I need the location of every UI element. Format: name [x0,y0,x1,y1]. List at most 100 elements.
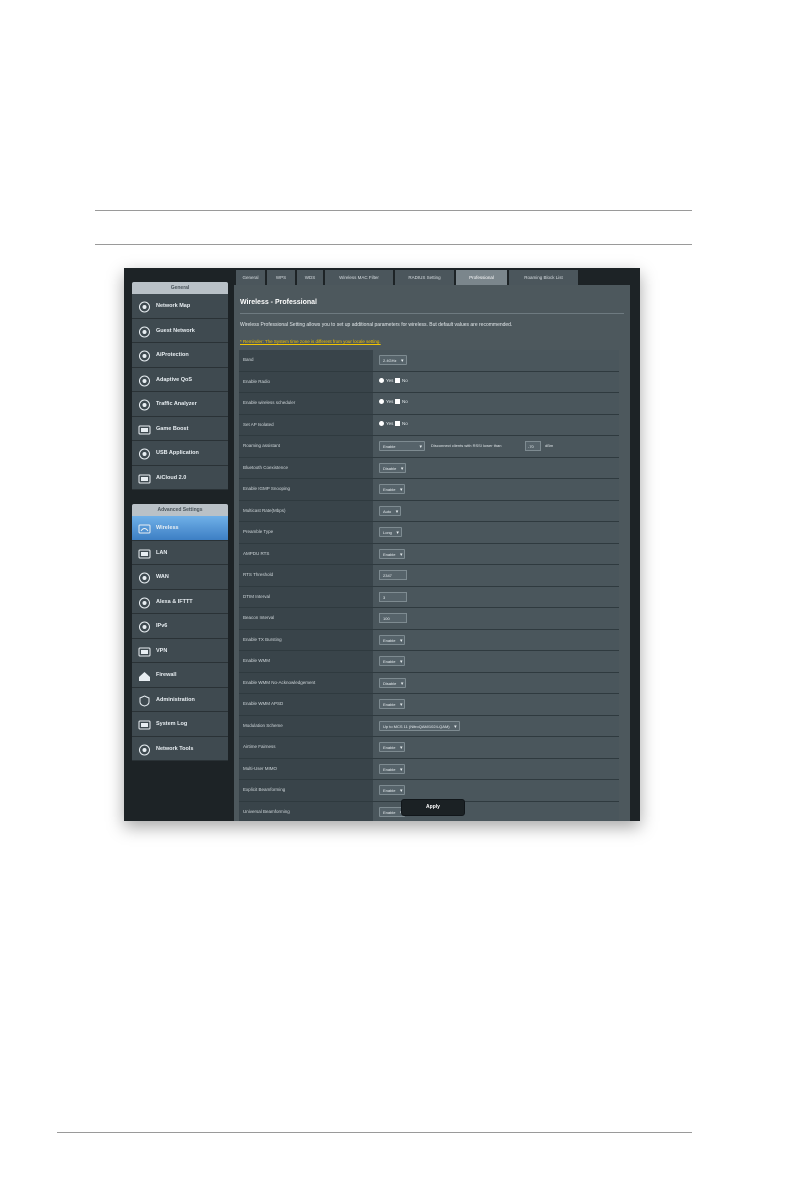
setting-row-enable-radio: Enable Radio Yes No [239,371,619,393]
sidebar-item-label: Traffic Analyzer [156,401,197,407]
setting-control: Yes No [373,414,619,435]
sidebar-item-network-map[interactable]: Network Map [132,294,228,319]
rts-threshold-input[interactable]: 2347 [379,570,407,580]
rssi-threshold-input[interactable]: -70 [525,441,541,451]
sidebar-item-adaptive-qos[interactable]: Adaptive QoS [132,368,228,392]
sidebar-item-label: Alexa & IFTTT [156,598,193,605]
setting-control: 2.4GHz [373,350,619,371]
traffic-analyzer-icon [138,398,151,411]
sidebar-general-menu: Network Map Guest Network AiProtection Adap… [132,294,228,490]
enable-wmm-no-acknowledgement-select[interactable]: Disable [379,677,407,688]
modulation-scheme-select[interactable]: Up to MCS 11 (NitroQAM/1024-QAM) [379,720,460,731]
radio-yes-label: Yes [386,399,394,404]
aiprotection-icon [138,349,151,362]
tab-roaming-block-list[interactable]: Roaming Block List [509,270,578,285]
sidebar-item-label: Guest Network [156,327,195,334]
enable-radio-yes-radio[interactable]: Yes [379,377,393,383]
tab-wps[interactable]: WPS [267,270,295,285]
lan-icon [138,547,151,559]
enable-wmm-apsd-select[interactable]: Enable [379,699,406,709]
sidebar-item-game-boost[interactable]: Game Boost [132,417,228,441]
setting-control: Long [373,522,619,543]
setting-control: Enable [373,780,619,801]
sidebar-item-usb-application[interactable]: USB Application [132,441,228,466]
setting-control: 2347 [373,565,619,586]
set-ap-isolated-no-radio[interactable]: No [395,420,408,426]
enable-wireless-scheduler-yes-radio[interactable]: Yes [379,399,393,404]
explicit-beamforming-select[interactable]: Enable [379,785,406,795]
set-ap-isolated-yes-radio[interactable]: Yes [379,420,394,426]
setting-label: Multi-User MIMO [239,758,373,779]
sidebar-item-network-tools[interactable]: Network Tools [132,737,228,761]
enable-wireless-scheduler-no-radio[interactable]: No [395,399,408,404]
multicast-rate-mbps-select[interactable]: Auto [379,505,402,516]
sidebar-item-aiprotection[interactable]: AiProtection [132,343,228,368]
bluetooth-coexistence-select[interactable]: Disable [379,462,407,473]
setting-row-beacon-interval: Beacon Interval 100 [239,608,619,630]
sidebar-item-traffic-analyzer[interactable]: Traffic Analyzer [132,392,228,417]
setting-label: Band [239,350,373,371]
sidebar-item-ipv6[interactable]: IPv6 [132,614,228,639]
sidebar-item-system-log[interactable]: System Log [132,712,228,737]
tab-wds[interactable]: WDS [297,270,323,285]
setting-control: 3 [373,586,619,607]
sidebar-item-label: Game Boost [156,425,189,432]
setting-label: Enable wireless scheduler [239,393,373,414]
multi-user-mimo-select[interactable]: Enable [379,763,406,774]
enable-tx-bursting-select[interactable]: Enable [379,634,406,645]
sidebar-item-label: Wireless [156,525,179,531]
sidebar-item-label: VPN [156,647,168,654]
sidebar-item-vpn[interactable]: VPN [132,639,228,663]
enable-radio-no-radio[interactable]: No [395,377,408,383]
setting-control: Yes No [373,371,619,392]
setting-control: Up to MCS 11 (NitroQAM/1024-QAM) [373,715,619,736]
sidebar-item-alexa-ifttt[interactable]: Alexa & IFTTT [132,590,228,614]
roaming-assistant-select[interactable]: Enable [379,441,425,451]
sidebar-item-aicloud-2-0[interactable]: AiCloud 2.0 [132,466,228,490]
sidebar-item-administration[interactable]: Administration [132,688,228,712]
setting-label: DTIM Interval [239,586,373,607]
sidebar-item-wireless[interactable]: Wireless [132,516,228,541]
sidebar-item-label: System Log [156,721,188,727]
sidebar-item-lan[interactable]: LAN [132,541,228,565]
sidebar-advanced-header: Advanced Settings [132,504,228,516]
sidebar-item-firewall[interactable]: Firewall [132,663,228,688]
sidebar-item-label: Network Map [156,303,191,309]
setting-row-multicast-rate-mbps: Multicast Rate(Mbps) Auto [239,500,619,522]
sidebar-item-guest-network[interactable]: Guest Network [132,319,228,343]
ampdu-rts-select[interactable]: Enable [379,548,406,559]
enable-wmm-select[interactable]: Enable [379,656,406,666]
dtim-interval-input[interactable]: 3 [379,591,407,602]
sidebar-general-header: General [132,282,228,294]
radio-yes-label: Yes [386,420,394,426]
beacon-interval-input[interactable]: 100 [379,613,407,623]
usb-application-icon [138,447,151,460]
aicloud-icon [138,472,151,484]
tab-wireless-mac-filter[interactable]: Wireless MAC Filter [325,270,393,285]
setting-label: Enable Radio [239,371,373,392]
firewall-icon [138,669,151,681]
setting-label: Enable WMM [239,651,373,672]
setting-label: Universal Beamforming [239,801,373,821]
band-select[interactable]: 2.4GHz [379,355,407,365]
sidebar-item-wan[interactable]: WAN [132,565,228,590]
settings-table: Band2.4GHzEnable RadioYesNoEnable wirele… [239,350,619,821]
adaptive-qos-icon [138,374,151,386]
tab-professional[interactable]: Professional [456,270,507,285]
airtime-fairness-select[interactable]: Enable [379,742,406,752]
preamble-type-select[interactable]: Long [379,527,402,537]
page-description: Wireless Professional Setting allows you… [240,322,513,328]
setting-row-airtime-fairness: Airtime Fairness Enable [239,737,619,759]
tab-general[interactable]: General [236,270,265,285]
apply-button[interactable]: Apply [401,799,465,816]
setting-row-enable-wmm-apsd: Enable WMM APSD Enable [239,694,619,716]
sidebar-item-label: Firewall [156,672,177,678]
wireless-icon [138,522,151,534]
reminder-link[interactable]: * Reminder: The System time zone is diff… [240,339,381,344]
enable-igmp-snooping-select[interactable]: Enable [379,484,406,494]
game-boost-icon [138,423,151,435]
page-rule-top [95,210,692,211]
setting-control: Enable [373,629,619,650]
tab-radius-setting[interactable]: RADIUS Setting [395,270,454,285]
setting-row-band: Band 2.4GHz [239,350,619,372]
